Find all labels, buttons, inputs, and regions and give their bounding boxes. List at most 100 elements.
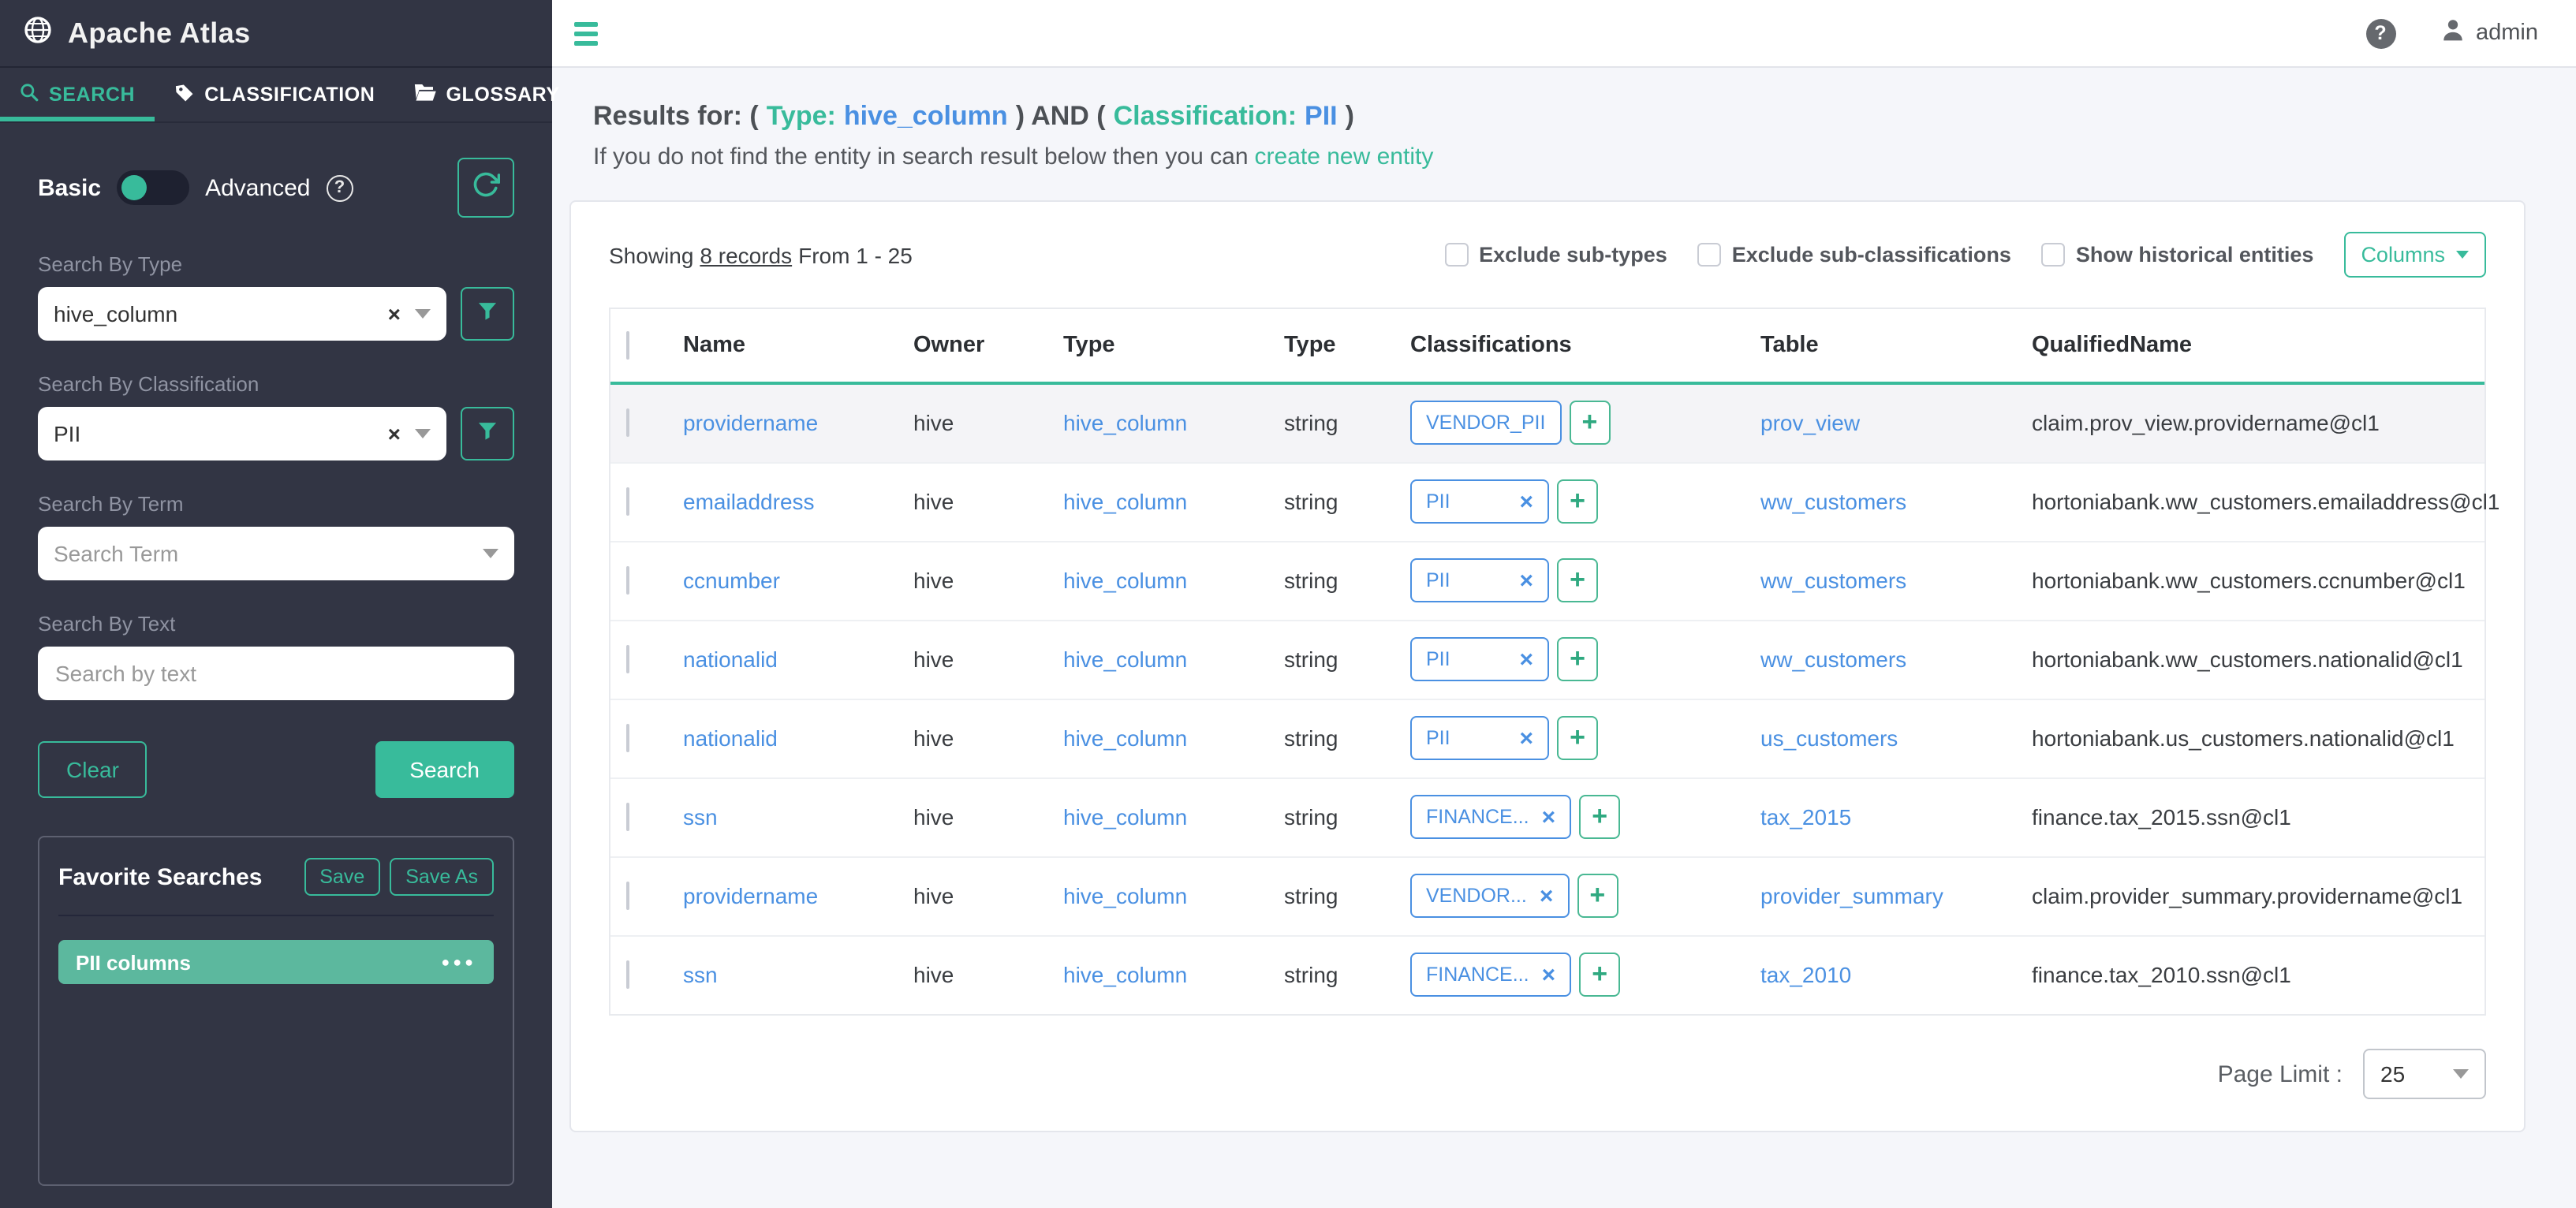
row-checkbox[interactable] [626, 961, 629, 990]
table-row: ssn hive hive_column string FINANCE... ×… [610, 935, 2485, 1014]
remove-classification-icon[interactable]: × [1519, 726, 1533, 750]
data-type-value: string [1284, 883, 1338, 908]
show-historical-option[interactable]: Show historical entities [2041, 243, 2314, 267]
exclude-subclassifications-option[interactable]: Exclude sub-classifications [1697, 243, 2011, 267]
exclude-subtypes-checkbox[interactable] [1444, 243, 1468, 267]
exclude-subclassifications-checkbox[interactable] [1697, 243, 1721, 267]
add-classification-button[interactable]: + [1557, 716, 1598, 760]
menu-icon[interactable] [568, 15, 604, 51]
qualified-name: finance.tax_2015.ssn@cl1 [2032, 804, 2291, 830]
type-select[interactable]: hive_column × [38, 287, 446, 341]
classification-tag[interactable]: FINANCE... × [1410, 953, 1571, 997]
user-icon [2440, 17, 2465, 50]
row-checkbox[interactable] [626, 409, 629, 438]
row-checkbox[interactable] [626, 645, 629, 673]
entity-type-link[interactable]: hive_column [1063, 725, 1187, 751]
row-checkbox[interactable] [626, 882, 629, 910]
entity-name-link[interactable]: ssn [683, 804, 718, 830]
clear-type-icon[interactable]: × [388, 303, 401, 325]
columns-button[interactable]: Columns [2343, 232, 2486, 278]
classification-tag[interactable]: PII × [1410, 558, 1549, 602]
classification-filter-button[interactable] [461, 407, 514, 460]
add-classification-button[interactable]: + [1569, 401, 1610, 446]
term-select-placeholder: Search Term [54, 541, 469, 566]
add-classification-button[interactable]: + [1557, 558, 1598, 602]
table-link[interactable]: ww_customers [1760, 568, 1906, 593]
entity-name-link[interactable]: ccnumber [683, 568, 780, 593]
user-menu[interactable]: admin [2440, 17, 2538, 50]
entity-type-link[interactable]: hive_column [1063, 568, 1187, 593]
classification-tag[interactable]: VENDOR_PII [1410, 401, 1561, 446]
add-classification-button[interactable]: + [1557, 637, 1598, 681]
tab-search[interactable]: SEARCH [0, 68, 154, 121]
classification-tag-label: PII [1426, 648, 1450, 670]
help-icon[interactable]: ? [327, 174, 353, 201]
entity-type-link[interactable]: hive_column [1063, 883, 1187, 908]
add-classification-button[interactable]: + [1579, 953, 1620, 997]
owner-value: hive [913, 411, 954, 436]
table-link[interactable]: tax_2010 [1760, 963, 1851, 988]
exclude-subtypes-option[interactable]: Exclude sub-types [1444, 243, 1667, 267]
basic-advanced-toggle[interactable] [117, 170, 189, 205]
table-link[interactable]: provider_summary [1760, 883, 1943, 908]
classification-tag[interactable]: VENDOR... × [1410, 874, 1569, 918]
table-link[interactable]: us_customers [1760, 725, 1898, 751]
chevron-down-icon [415, 429, 431, 438]
term-select[interactable]: Search Term [38, 527, 514, 580]
entity-name-link[interactable]: providername [683, 411, 818, 436]
entity-type-link[interactable]: hive_column [1063, 804, 1187, 830]
clear-classification-icon[interactable]: × [388, 423, 401, 445]
search-button[interactable]: Search [375, 741, 514, 798]
row-checkbox[interactable] [626, 487, 629, 516]
data-type-value: string [1284, 489, 1338, 514]
type-filter-button[interactable] [461, 287, 514, 341]
table-link[interactable]: tax_2015 [1760, 804, 1851, 830]
remove-classification-icon[interactable]: × [1519, 490, 1533, 513]
entity-name-link[interactable]: nationalid [683, 725, 778, 751]
remove-classification-icon[interactable]: × [1542, 805, 1556, 829]
remove-classification-icon[interactable]: × [1540, 884, 1554, 908]
add-classification-button[interactable]: + [1579, 795, 1620, 839]
create-new-entity-link[interactable]: create new entity [1255, 144, 1434, 170]
entity-type-link[interactable]: hive_column [1063, 411, 1187, 436]
favorite-search-item[interactable]: PII columns ●●● [58, 940, 494, 984]
clear-button[interactable]: Clear [38, 741, 147, 798]
help-circle-icon[interactable]: ? [2365, 18, 2395, 48]
add-classification-button[interactable]: + [1557, 479, 1598, 524]
entity-name-link[interactable]: nationalid [683, 647, 778, 672]
remove-classification-icon[interactable]: × [1519, 647, 1533, 671]
save-button[interactable]: Save [304, 858, 380, 896]
row-checkbox[interactable] [626, 724, 629, 752]
classification-tag-label: PII [1426, 569, 1450, 591]
remove-classification-icon[interactable]: × [1542, 964, 1556, 987]
qualified-name: claim.provider_summary.providername@cl1 [2032, 883, 2462, 908]
row-checkbox[interactable] [626, 803, 629, 831]
table-link[interactable]: ww_customers [1760, 647, 1906, 672]
classification-tag[interactable]: PII × [1410, 716, 1549, 760]
entity-name-link[interactable]: emailaddress [683, 489, 815, 514]
ellipsis-menu-icon[interactable]: ●●● [441, 954, 476, 970]
search-text-input[interactable] [38, 647, 514, 700]
add-classification-button[interactable]: + [1577, 874, 1618, 918]
table-link[interactable]: ww_customers [1760, 489, 1906, 514]
tab-glossary[interactable]: GLOSSARY [394, 68, 578, 121]
classification-tag[interactable]: PII × [1410, 479, 1549, 524]
row-checkbox[interactable] [626, 566, 629, 595]
entity-type-link[interactable]: hive_column [1063, 647, 1187, 672]
remove-classification-icon[interactable]: × [1519, 569, 1533, 592]
table-link[interactable]: prov_view [1760, 411, 1860, 436]
save-as-button[interactable]: Save As [390, 858, 494, 896]
entity-type-link[interactable]: hive_column [1063, 963, 1187, 988]
tab-classification[interactable]: CLASSIFICATION [154, 68, 394, 121]
page-limit-select[interactable]: 25 [2363, 1049, 2486, 1099]
refresh-button[interactable] [457, 158, 514, 218]
show-historical-checkbox[interactable] [2041, 243, 2065, 267]
app-logo[interactable]: Apache Atlas [0, 0, 552, 68]
entity-type-link[interactable]: hive_column [1063, 489, 1187, 514]
classification-tag[interactable]: PII × [1410, 637, 1549, 681]
classification-select[interactable]: PII × [38, 407, 446, 460]
entity-name-link[interactable]: ssn [683, 963, 718, 988]
entity-name-link[interactable]: providername [683, 883, 818, 908]
classification-tag[interactable]: FINANCE... × [1410, 795, 1571, 839]
select-all-checkbox[interactable] [626, 331, 629, 360]
